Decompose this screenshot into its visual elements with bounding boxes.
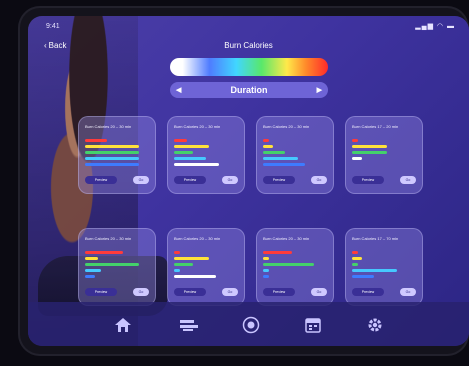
preview-button[interactable]: Preview [352,176,384,184]
intensity-bar-yellow [263,145,273,148]
intensity-bar-red [352,251,358,254]
workout-card[interactable]: Burn Calories 20 – 30 min Preview Go [78,228,156,306]
intensity-bar-red [174,139,187,142]
nav-workouts[interactable] [178,316,200,334]
preview-button[interactable]: Preview [174,176,206,184]
intensity-bar-yellow [352,257,362,260]
intensity-bar-red [263,251,292,254]
intensity-bar-yellow [263,257,269,260]
intensity-bar-blue [263,163,305,166]
duration-label: Duration [230,85,268,95]
intensity-bar-cyan [174,269,180,272]
bottom-nav [28,302,469,346]
intensity-bar-yellow [85,257,98,260]
intensity-bar-yellow [352,145,387,148]
card-title: Burn Calories 20 – 30 min [174,236,221,241]
intensity-bar-blue [352,275,374,278]
workouts-icon [180,320,198,331]
nav-record[interactable] [240,316,262,334]
workout-card[interactable]: Burn Calories 17 – 70 min Preview Go [345,228,423,306]
intensity-bar-green [263,263,314,266]
card-title: Burn Calories 20 – 30 min [174,124,221,129]
intensity-bar-blue [85,275,95,278]
intensity-bar-green [85,151,139,154]
nav-home[interactable] [112,316,134,334]
card-title: Burn Calories 20 – 30 min [263,236,310,241]
status-indicators: ▂▄▆ ◠ ▬ [415,23,455,30]
prev-arrow-icon[interactable]: ◀ [176,86,181,94]
home-icon [115,318,131,332]
go-button[interactable]: Go [133,176,149,184]
preview-button[interactable]: Preview [263,176,295,184]
intensity-bar-cyan [263,269,269,272]
gear-icon [368,318,382,332]
workout-card[interactable]: Burn Calories 17 – 20 min Preview Go [345,116,423,194]
nav-settings[interactable] [364,316,386,334]
workout-card[interactable]: Burn Calories 20 – 30 min Preview Go [78,116,156,194]
card-title: Burn Calories 20 – 30 min [263,124,310,129]
intensity-bar-cyan [352,269,397,272]
intensity-bar-green [263,151,285,154]
intensity-bar-green [85,263,139,266]
intensity-bar-cyan [85,157,139,160]
intensity-bar-white [174,163,219,166]
preview-button[interactable]: Preview [85,288,117,296]
intensity-bar-cyan [263,157,298,160]
card-title: Burn Calories 17 – 70 min [352,236,399,241]
intensity-bar-red [85,251,123,254]
app-screen: 9:41 ▂▄▆ ◠ ▬ ‹ Back Burn Calories ◀ Dura… [28,16,469,346]
go-button[interactable]: Go [222,288,238,296]
intensity-bar-yellow [174,145,209,148]
intensity-bar-red [174,251,180,254]
go-button[interactable]: Go [400,176,416,184]
intensity-bar-cyan [85,269,101,272]
intensity-bar-yellow [174,257,209,260]
page-title: Burn Calories [224,41,273,50]
workout-card[interactable]: Burn Calories 20 – 30 min Preview Go [256,228,334,306]
workout-card[interactable]: Burn Calories 20 – 30 min Preview Go [167,116,245,194]
status-time: 9:41 [46,23,60,30]
go-button[interactable]: Go [311,176,327,184]
intensity-bar-green [352,151,387,154]
workout-card[interactable]: Burn Calories 20 – 30 min Preview Go [256,116,334,194]
workout-card[interactable]: Burn Calories 20 – 30 min Preview Go [167,228,245,306]
preview-button[interactable]: Preview [263,288,295,296]
intensity-bar-white [352,157,362,160]
intensity-bar-white [174,275,216,278]
nav-calendar[interactable] [302,316,324,334]
intensity-gradient-bar [170,58,328,76]
preview-button[interactable]: Preview [352,288,384,296]
intensity-bar-red [85,139,107,142]
preview-button[interactable]: Preview [85,176,117,184]
go-button[interactable]: Go [311,288,327,296]
intensity-bar-green [174,151,193,154]
go-button[interactable]: Go [133,288,149,296]
next-arrow-icon[interactable]: ▶ [317,86,322,94]
intensity-bar-blue [263,275,269,278]
intensity-bar-red [352,139,358,142]
card-title: Burn Calories 20 – 30 min [85,124,132,129]
intensity-bar-yellow [85,145,139,148]
intensity-bar-blue [85,163,139,166]
intensity-bar-green [174,263,193,266]
go-button[interactable]: Go [222,176,238,184]
intensity-bar-red [263,139,269,142]
card-title: Burn Calories 17 – 20 min [352,124,399,129]
card-title: Burn Calories 20 – 30 min [85,236,132,241]
calendar-icon [305,318,321,333]
go-button[interactable]: Go [400,288,416,296]
duration-selector[interactable]: ◀ Duration ▶ [170,82,328,98]
record-icon [242,316,260,334]
preview-button[interactable]: Preview [174,288,206,296]
intensity-bar-green [352,263,358,266]
intensity-bar-cyan [174,157,206,160]
